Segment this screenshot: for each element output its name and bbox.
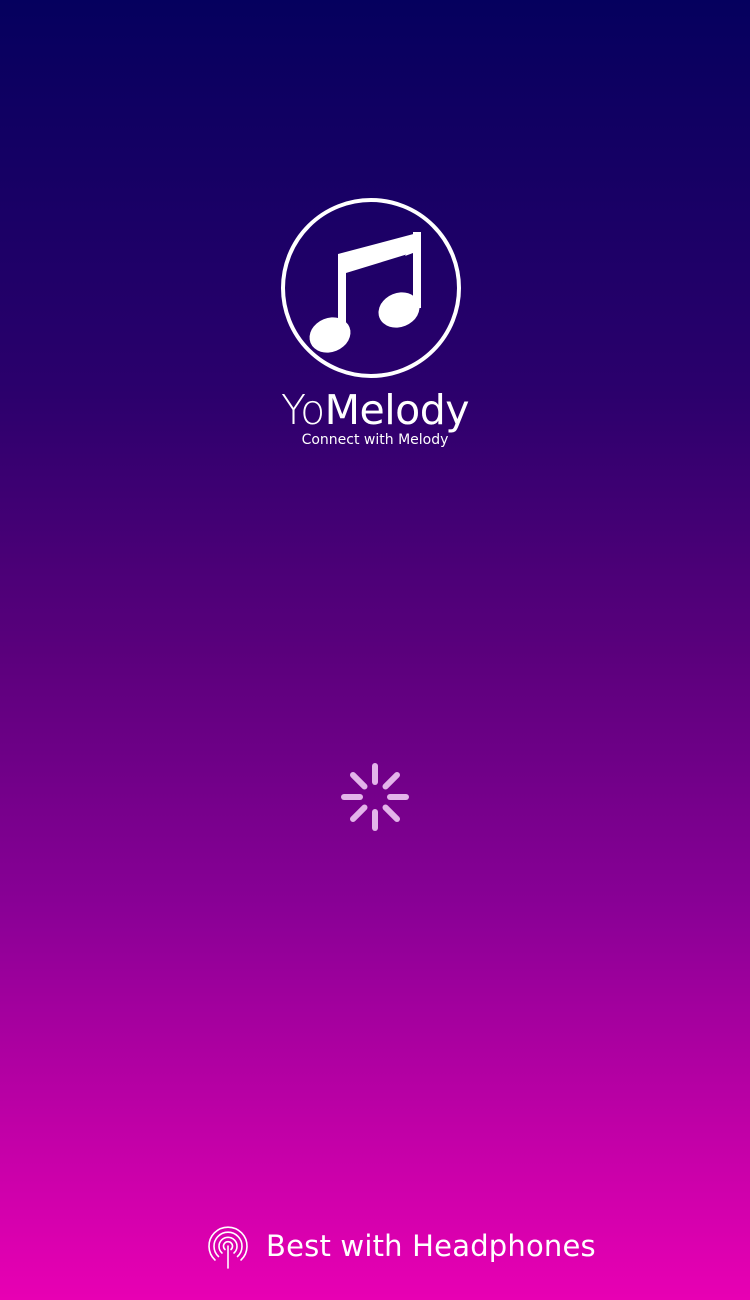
app-name: YoMelody bbox=[250, 390, 500, 431]
app-tagline: Connect with Melody bbox=[301, 432, 449, 448]
brand-block: YoMelody Connect with Melody bbox=[250, 390, 500, 448]
headphones-broadcast-icon bbox=[208, 1226, 248, 1269]
app-name-suffix: Melody bbox=[324, 386, 470, 434]
loading-spinner-icon bbox=[341, 763, 409, 831]
headphones-hint: Best with Headphones bbox=[204, 1222, 596, 1270]
app-logo bbox=[281, 198, 461, 378]
headphones-hint-text: Best with Headphones bbox=[266, 1229, 596, 1263]
splash-screen: YoMelody Connect with Melody Best with H… bbox=[0, 0, 750, 1300]
music-note-icon bbox=[309, 232, 421, 353]
app-name-prefix: Yo bbox=[280, 386, 325, 434]
